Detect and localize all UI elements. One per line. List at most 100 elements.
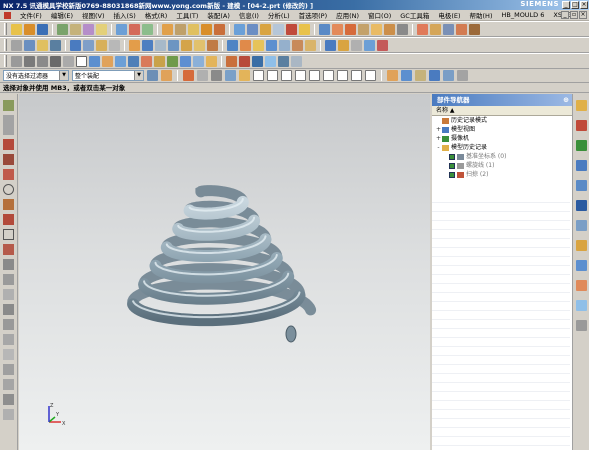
pin-icon[interactable]: ⊕ — [563, 94, 569, 106]
sphere-icon[interactable] — [109, 39, 120, 51]
styled-sweep-icon[interactable] — [278, 55, 289, 67]
save-icon[interactable] — [37, 23, 48, 35]
menu-view[interactable]: 视图(V) — [82, 10, 105, 20]
thread-icon[interactable] — [207, 39, 218, 51]
cube-gray-icon[interactable] — [397, 23, 408, 35]
composite-curve-icon[interactable] — [226, 55, 237, 67]
arc-center-icon[interactable] — [309, 70, 320, 81]
view-orient-icon[interactable] — [429, 70, 440, 81]
cylinder-icon[interactable] — [83, 39, 94, 51]
edge-blend-icon[interactable] — [162, 23, 173, 35]
wcs-icon[interactable] — [387, 70, 398, 81]
pocket-icon[interactable] — [142, 39, 153, 51]
tree-node-helix[interactable]: 螺旋线 (1) — [432, 161, 572, 170]
sew-icon[interactable] — [292, 39, 303, 51]
slider-icon[interactable] — [469, 23, 480, 35]
draft-icon[interactable] — [201, 23, 212, 35]
pattern-curve-icon[interactable] — [3, 379, 14, 390]
hole-icon[interactable] — [96, 23, 107, 35]
pattern-icon[interactable] — [234, 23, 245, 35]
rectangle-outline-icon[interactable] — [3, 229, 14, 240]
mirror-curve-icon[interactable] — [3, 364, 14, 375]
type-filter-icon[interactable] — [147, 70, 158, 81]
subtract-icon[interactable] — [129, 23, 140, 35]
patch-icon[interactable] — [305, 39, 316, 51]
convert-reference-icon[interactable] — [3, 394, 14, 405]
divide-curve-icon[interactable] — [206, 55, 217, 67]
tree-node-swept[interactable]: 扫掠 (2) — [432, 170, 572, 179]
sketch-icon[interactable] — [57, 23, 68, 35]
quadrant-point-icon[interactable] — [323, 70, 334, 81]
tube-icon[interactable] — [240, 39, 251, 51]
studio-surface-icon[interactable] — [252, 55, 263, 67]
parting-icon[interactable] — [443, 23, 454, 35]
extend-icon[interactable] — [3, 304, 14, 315]
alternate-solution-icon[interactable] — [3, 409, 14, 420]
menu-preferences[interactable]: 首选项(P) — [299, 10, 328, 20]
tree-node-history-mode[interactable]: 历史记录模式 — [432, 116, 572, 125]
point-on-face-icon[interactable] — [365, 70, 376, 81]
reset-filter-icon[interactable] — [161, 70, 172, 81]
unite-icon[interactable] — [116, 23, 127, 35]
revolve-icon[interactable] — [83, 23, 94, 35]
doc-close-button[interactable]: × — [579, 11, 587, 19]
corner-icon[interactable] — [3, 319, 14, 330]
cube-yellow-icon[interactable] — [371, 23, 382, 35]
history-icon[interactable] — [575, 220, 587, 231]
through-curves-icon[interactable] — [253, 39, 264, 51]
manufacturing-wizard-icon[interactable] — [575, 320, 587, 331]
reuse-library-icon[interactable] — [575, 160, 587, 171]
cone-icon[interactable] — [96, 39, 107, 51]
sketch-tools-grip[interactable] — [3, 115, 14, 135]
tree-node-cameras[interactable]: + 摄像机 — [432, 134, 572, 143]
rib-icon[interactable] — [194, 39, 205, 51]
face-blend-icon[interactable] — [291, 55, 302, 67]
shell-icon[interactable] — [188, 23, 199, 35]
toolbar-grip[interactable] — [4, 55, 7, 67]
offset-icon[interactable] — [3, 274, 14, 285]
menu-file[interactable]: 文件(F) — [20, 10, 42, 20]
groove-icon[interactable] — [181, 39, 192, 51]
menu-edit[interactable]: 编辑(E) — [51, 10, 73, 20]
hd3d-tools-icon[interactable] — [575, 180, 587, 191]
intersection-point-icon[interactable] — [295, 70, 306, 81]
rectangle-icon[interactable] — [63, 55, 74, 67]
layer-icon[interactable] — [401, 70, 412, 81]
ruled-icon[interactable] — [266, 39, 277, 51]
assembly-navigator-icon[interactable] — [575, 100, 587, 111]
offset-face-icon[interactable] — [260, 23, 271, 35]
show-hide-icon[interactable] — [415, 70, 426, 81]
trim-icon[interactable] — [3, 289, 14, 300]
mold-tool-icon[interactable] — [417, 23, 428, 35]
render-icon[interactable] — [319, 23, 330, 35]
project-curve-icon[interactable] — [141, 55, 152, 67]
profile-red-icon[interactable] — [3, 139, 14, 150]
mesh-surface-icon[interactable] — [239, 55, 250, 67]
synchronous-icon[interactable] — [286, 23, 297, 35]
dimension-icon[interactable] — [3, 349, 14, 360]
pad-icon[interactable] — [155, 39, 166, 51]
doc-restore-button[interactable]: ▫ — [570, 11, 578, 19]
open-folder-icon[interactable] — [24, 23, 35, 35]
point-icon[interactable] — [37, 39, 48, 51]
orange-cube-icon[interactable] — [332, 23, 343, 35]
datum-plane-icon[interactable] — [11, 39, 22, 51]
app-icon[interactable] — [4, 11, 11, 19]
line-icon[interactable] — [24, 55, 35, 67]
wireframe-icon[interactable] — [457, 70, 468, 81]
checkbox-icon[interactable] — [449, 171, 455, 178]
menu-gc-toolkit[interactable]: GC工具箱 — [400, 10, 429, 20]
mirror-icon[interactable] — [247, 23, 258, 35]
line-red-icon[interactable] — [3, 154, 14, 165]
measure-body-icon[interactable] — [351, 39, 362, 51]
process-studio-icon[interactable] — [575, 260, 587, 271]
extension-icon[interactable] — [265, 55, 276, 67]
boss-icon[interactable] — [129, 39, 140, 51]
minimize-button[interactable]: _ — [562, 1, 570, 9]
circle-icon[interactable] — [50, 55, 61, 67]
constraint-icon[interactable] — [3, 334, 14, 345]
menu-tools[interactable]: 工具(T) — [176, 10, 198, 20]
assembly-scope-dropdown[interactable]: 整个装配 ▼ — [72, 70, 144, 81]
select-face-icon[interactable] — [197, 70, 208, 81]
constraint-navigator-icon[interactable] — [575, 120, 587, 131]
